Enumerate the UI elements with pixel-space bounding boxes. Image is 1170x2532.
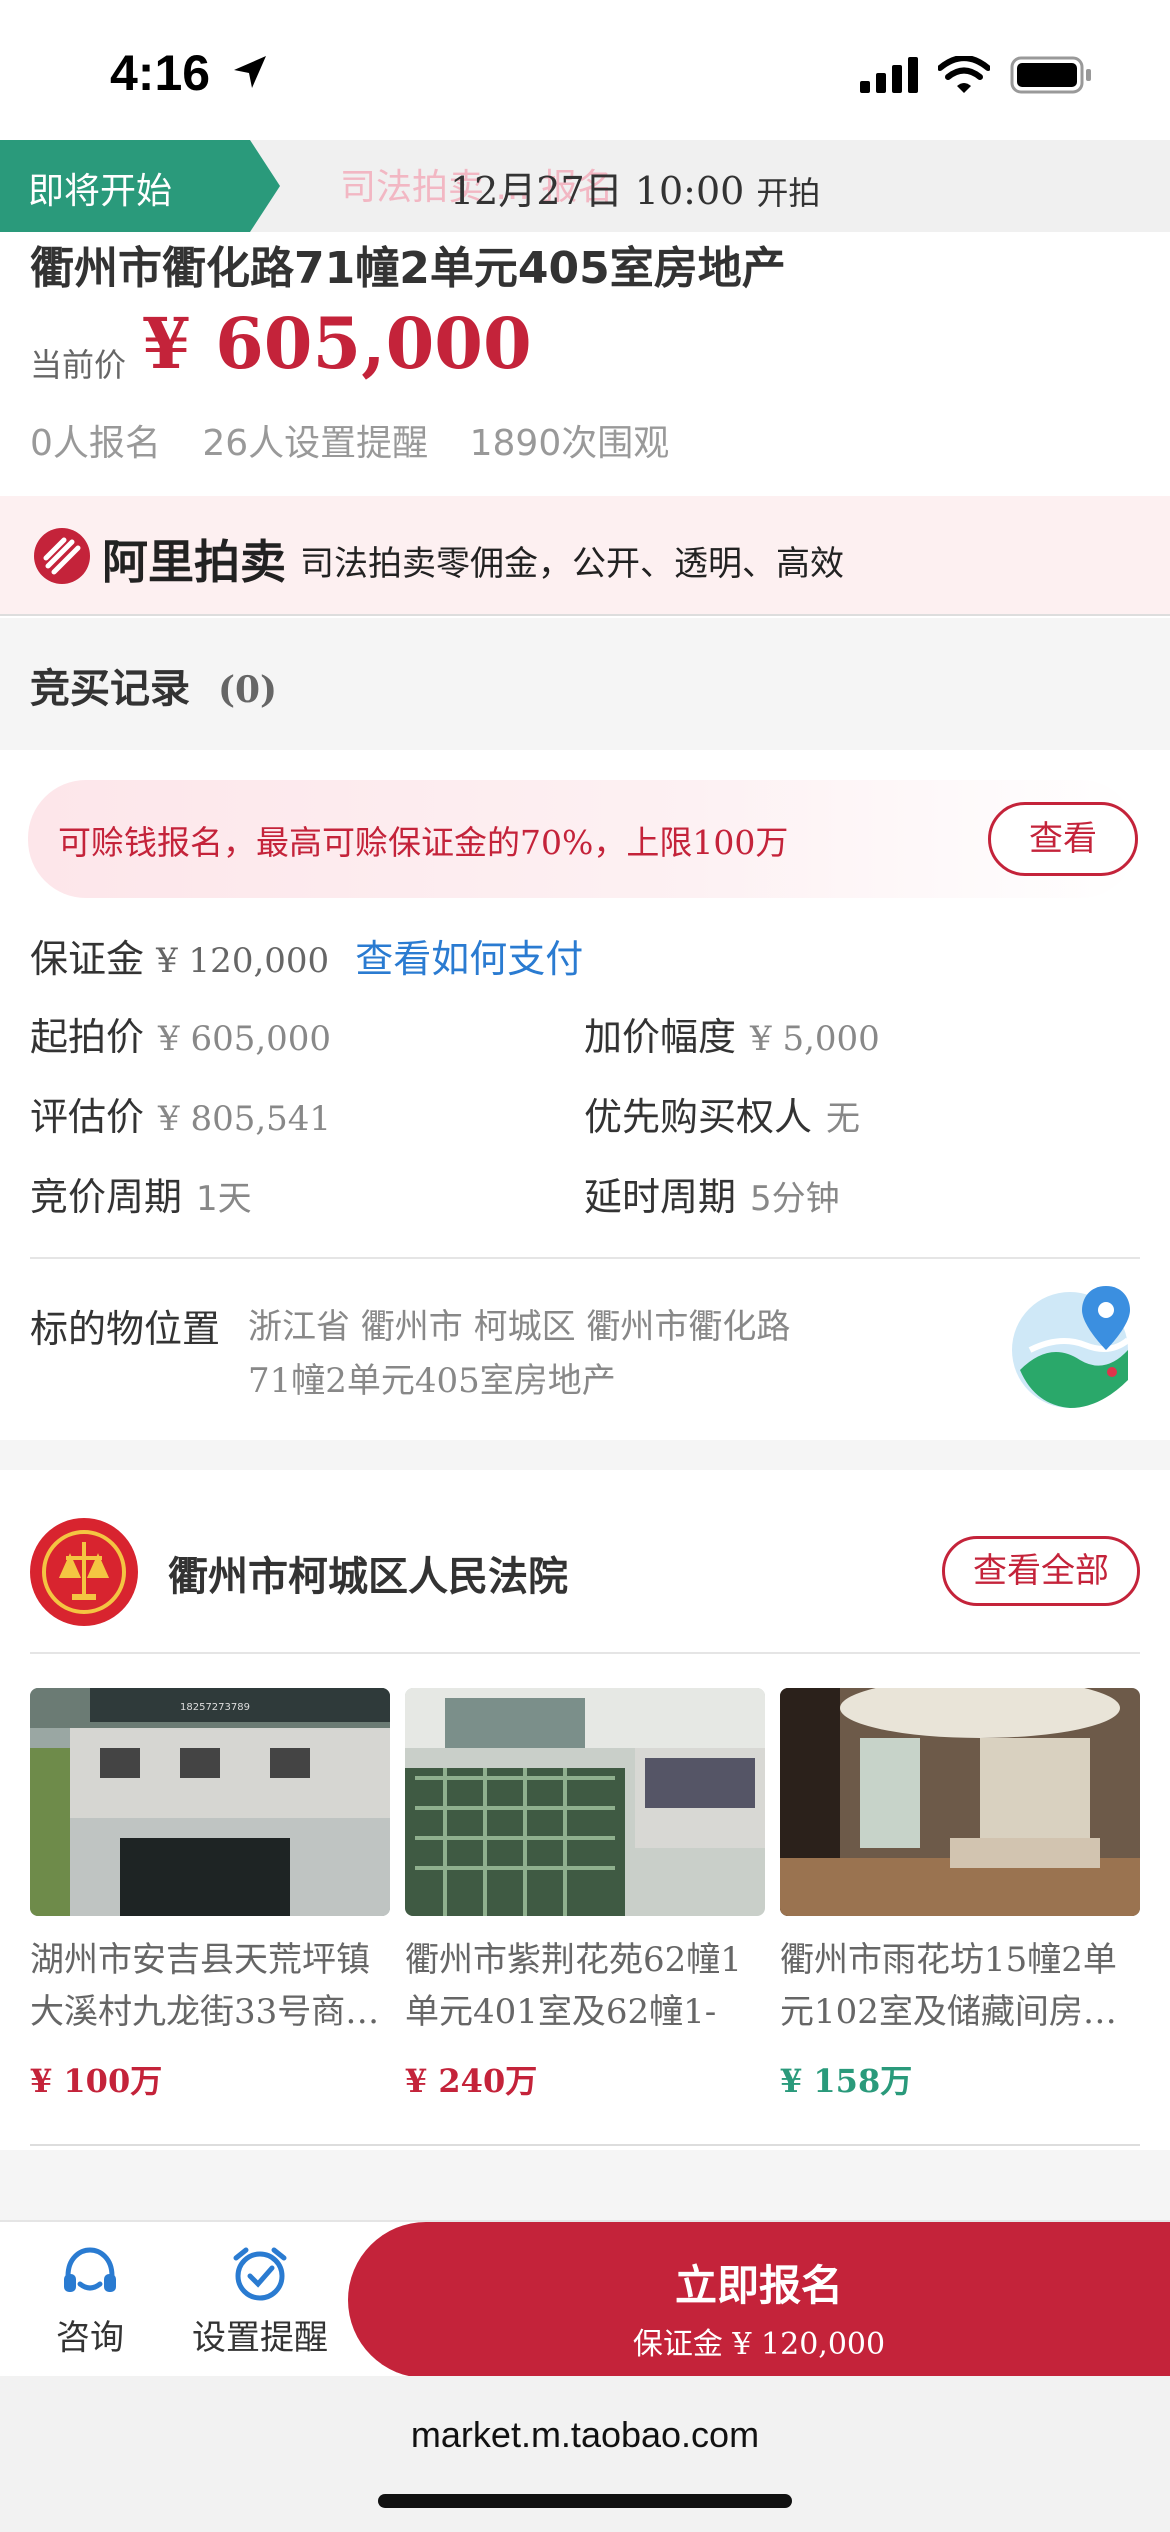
listing-title: 衢州市紫荆花苑62幢1单元401室及62幢1-4…: [405, 1940, 742, 2032]
auction-start-suffix: 开拍: [756, 174, 821, 212]
priority-buyer-value: 无: [826, 1099, 861, 1139]
promo-slogan: 司法拍卖零佣金，公开、透明、高效: [300, 544, 844, 584]
divider: [30, 2144, 1140, 2146]
signup-count: 0人报名: [30, 423, 161, 464]
auction-status-banner: 司法拍卖 ... 报名 即将开始 12月27日 10:00 开拍: [0, 140, 1170, 232]
home-indicator[interactable]: [378, 2494, 792, 2508]
increment-field: 加价幅度 ¥ 5,000: [584, 1006, 880, 1061]
deposit-row: 保证金 ¥ 120,000 查看如何支付: [30, 928, 583, 983]
listing-photo: [780, 1688, 1140, 1916]
status-icons: [860, 56, 1092, 94]
deposit-label: 保证金: [30, 937, 145, 981]
location-arrow-icon: [233, 56, 266, 88]
location-line-2: 71幢2单元405室房地产: [248, 1361, 616, 1401]
upcoming-tag: 即将开始: [0, 140, 280, 232]
listing-price: ¥ 100万: [30, 2062, 163, 2100]
bid-records-section[interactable]: 竞买记录 (0): [0, 618, 1170, 750]
court-emblem-icon: [30, 1518, 138, 1626]
deposit-value: ¥ 120,000: [156, 941, 330, 981]
signup-now-button[interactable]: 立即报名 保证金 ¥ 120,000: [348, 2222, 1170, 2378]
bid-records-label: 竞买记录: [30, 666, 190, 712]
priority-buyer-label: 优先购买权人: [584, 1095, 813, 1139]
listing-card[interactable]: 衢州市紫荆花苑62幢1单元401室及62幢1-4… ¥ 240万: [405, 1688, 765, 2108]
time-text: 4:16: [110, 45, 211, 101]
appraisal-field: 评估价 ¥ 805,541: [30, 1086, 331, 1141]
view-count: 1890次围观: [469, 423, 670, 464]
bid-records-count: (0): [217, 669, 278, 711]
location-label: 标的物位置: [30, 1307, 221, 1351]
extension-period-value: 5分钟: [750, 1179, 840, 1219]
location-address: 浙江省 衢州市 柯城区 衢州市衢化路 71幢2单元405室房地产: [248, 1300, 908, 1408]
ali-auction-promo: 阿里拍卖 司法拍卖零佣金，公开、透明、高效: [0, 496, 1170, 616]
how-to-pay-link[interactable]: 查看如何支付: [355, 937, 583, 981]
start-price-field: 起拍价 ¥ 605,000: [30, 1006, 331, 1061]
alarm-clock-icon: [233, 2247, 287, 2301]
signup-deposit: 保证金 ¥ 120,000: [632, 2327, 886, 2362]
auction-start-time: 12月27日 10:00 开拍: [450, 160, 820, 215]
location-line-1: 浙江省 衢州市 柯城区 衢州市衢化路: [248, 1307, 791, 1347]
current-price: ¥ 605,000: [142, 302, 532, 385]
section-gap: [0, 2150, 1170, 2220]
consult-label: 咨询: [56, 2318, 124, 2358]
court-listings: 18257273789 湖州市安吉县天荒坪镇大溪村九龙街33号商… ¥ 100万…: [30, 1688, 1140, 2108]
bid-period-field: 竞价周期 1天: [30, 1166, 252, 1221]
section-gap: [0, 1440, 1170, 1470]
browser-address-bar: market.m.taobao.com: [0, 2376, 1170, 2532]
map-location-icon[interactable]: [1010, 1280, 1140, 1410]
listing-card[interactable]: 衢州市雨花坊15幢2单元102室及储藏间房… ¥ 158万: [780, 1688, 1140, 2108]
status-time: 4:16: [110, 44, 270, 102]
url-text[interactable]: market.m.taobao.com: [0, 2414, 1170, 2456]
loan-view-button[interactable]: 查看: [988, 802, 1138, 876]
auction-info-card: 可赊钱报名，最高可赊保证金的70%，上限100万 查看 保证金 ¥ 120,00…: [0, 750, 1170, 1440]
battery-icon: [1010, 56, 1091, 94]
set-reminder-button[interactable]: 设置提醒: [190, 2244, 330, 2359]
listing-title: 衢州市雨花坊15幢2单元102室及储藏间房…: [780, 1940, 1117, 2032]
bottom-action-bar: 咨询 设置提醒 立即报名 保证金 ¥ 120,000: [0, 2220, 1170, 2378]
auction-date: 12月27日 10:00: [450, 169, 745, 213]
consult-button[interactable]: 咨询: [50, 2244, 130, 2359]
current-price-label: 当前价: [30, 346, 127, 384]
appraisal-value: ¥ 805,541: [158, 1099, 332, 1139]
court-section: 衢州市柯城区人民法院 查看全部 18257273789 湖州市安吉县天荒坪镇大溪…: [0, 1470, 1170, 2150]
increment-value: ¥ 5,000: [750, 1019, 880, 1059]
loan-banner: 可赊钱报名，最高可赊保证金的70%，上限100万 查看: [28, 780, 1138, 898]
property-header: 衢州市衢化路71幢2单元405室房地产 当前价 ¥ 605,000 0人报名 2…: [0, 232, 1170, 496]
increment-label: 加价幅度: [584, 1015, 737, 1059]
start-price-value: ¥ 605,000: [158, 1019, 332, 1059]
listing-title: 湖州市安吉县天荒坪镇大溪村九龙街33号商…: [30, 1940, 380, 2032]
cellular-signal-icon: [860, 57, 918, 93]
extension-period-field: 延时周期 5分钟: [584, 1166, 840, 1221]
appraisal-label: 评估价: [30, 1095, 145, 1139]
listing-photo: [405, 1688, 765, 1916]
start-price-label: 起拍价: [30, 1015, 145, 1059]
property-title: 衢州市衢化路71幢2单元405室房地产: [30, 243, 786, 294]
bid-period-label: 竞价周期: [30, 1175, 183, 1219]
wifi-icon: [938, 56, 990, 93]
loan-text: 可赊钱报名，最高可赊保证金的70%，上限100万: [58, 823, 789, 862]
divider: [30, 1257, 1140, 1259]
status-bar: 4:16: [0, 0, 1170, 140]
ali-auction-logo-icon: [34, 528, 90, 584]
signup-label: 立即报名: [674, 2261, 843, 2310]
reminder-count: 26人设置提醒: [202, 423, 429, 464]
view-all-button[interactable]: 查看全部: [942, 1536, 1140, 1606]
listing-photo: 18257273789: [30, 1688, 390, 1916]
auction-stats: 0人报名 26人设置提醒 1890次围观: [30, 414, 699, 466]
sign-text: 18257273789: [180, 1702, 250, 1713]
divider: [30, 1652, 1140, 1654]
extension-period-label: 延时周期: [584, 1175, 737, 1219]
court-name: 衢州市柯城区人民法院: [168, 1554, 568, 1600]
set-reminder-label: 设置提醒: [192, 2318, 328, 2358]
listing-price: ¥ 158万: [780, 2062, 913, 2100]
bid-records-title: 竞买记录 (0): [30, 656, 277, 714]
ali-auction-logo-text: 阿里拍卖: [102, 535, 286, 589]
customer-service-icon: [64, 2247, 116, 2292]
listing-price: ¥ 240万: [405, 2062, 538, 2100]
priority-buyer-field: 优先购买权人无: [584, 1086, 860, 1141]
listing-card[interactable]: 18257273789 湖州市安吉县天荒坪镇大溪村九龙街33号商… ¥ 100万: [30, 1688, 390, 2108]
bid-period-value: 1天: [196, 1179, 252, 1219]
